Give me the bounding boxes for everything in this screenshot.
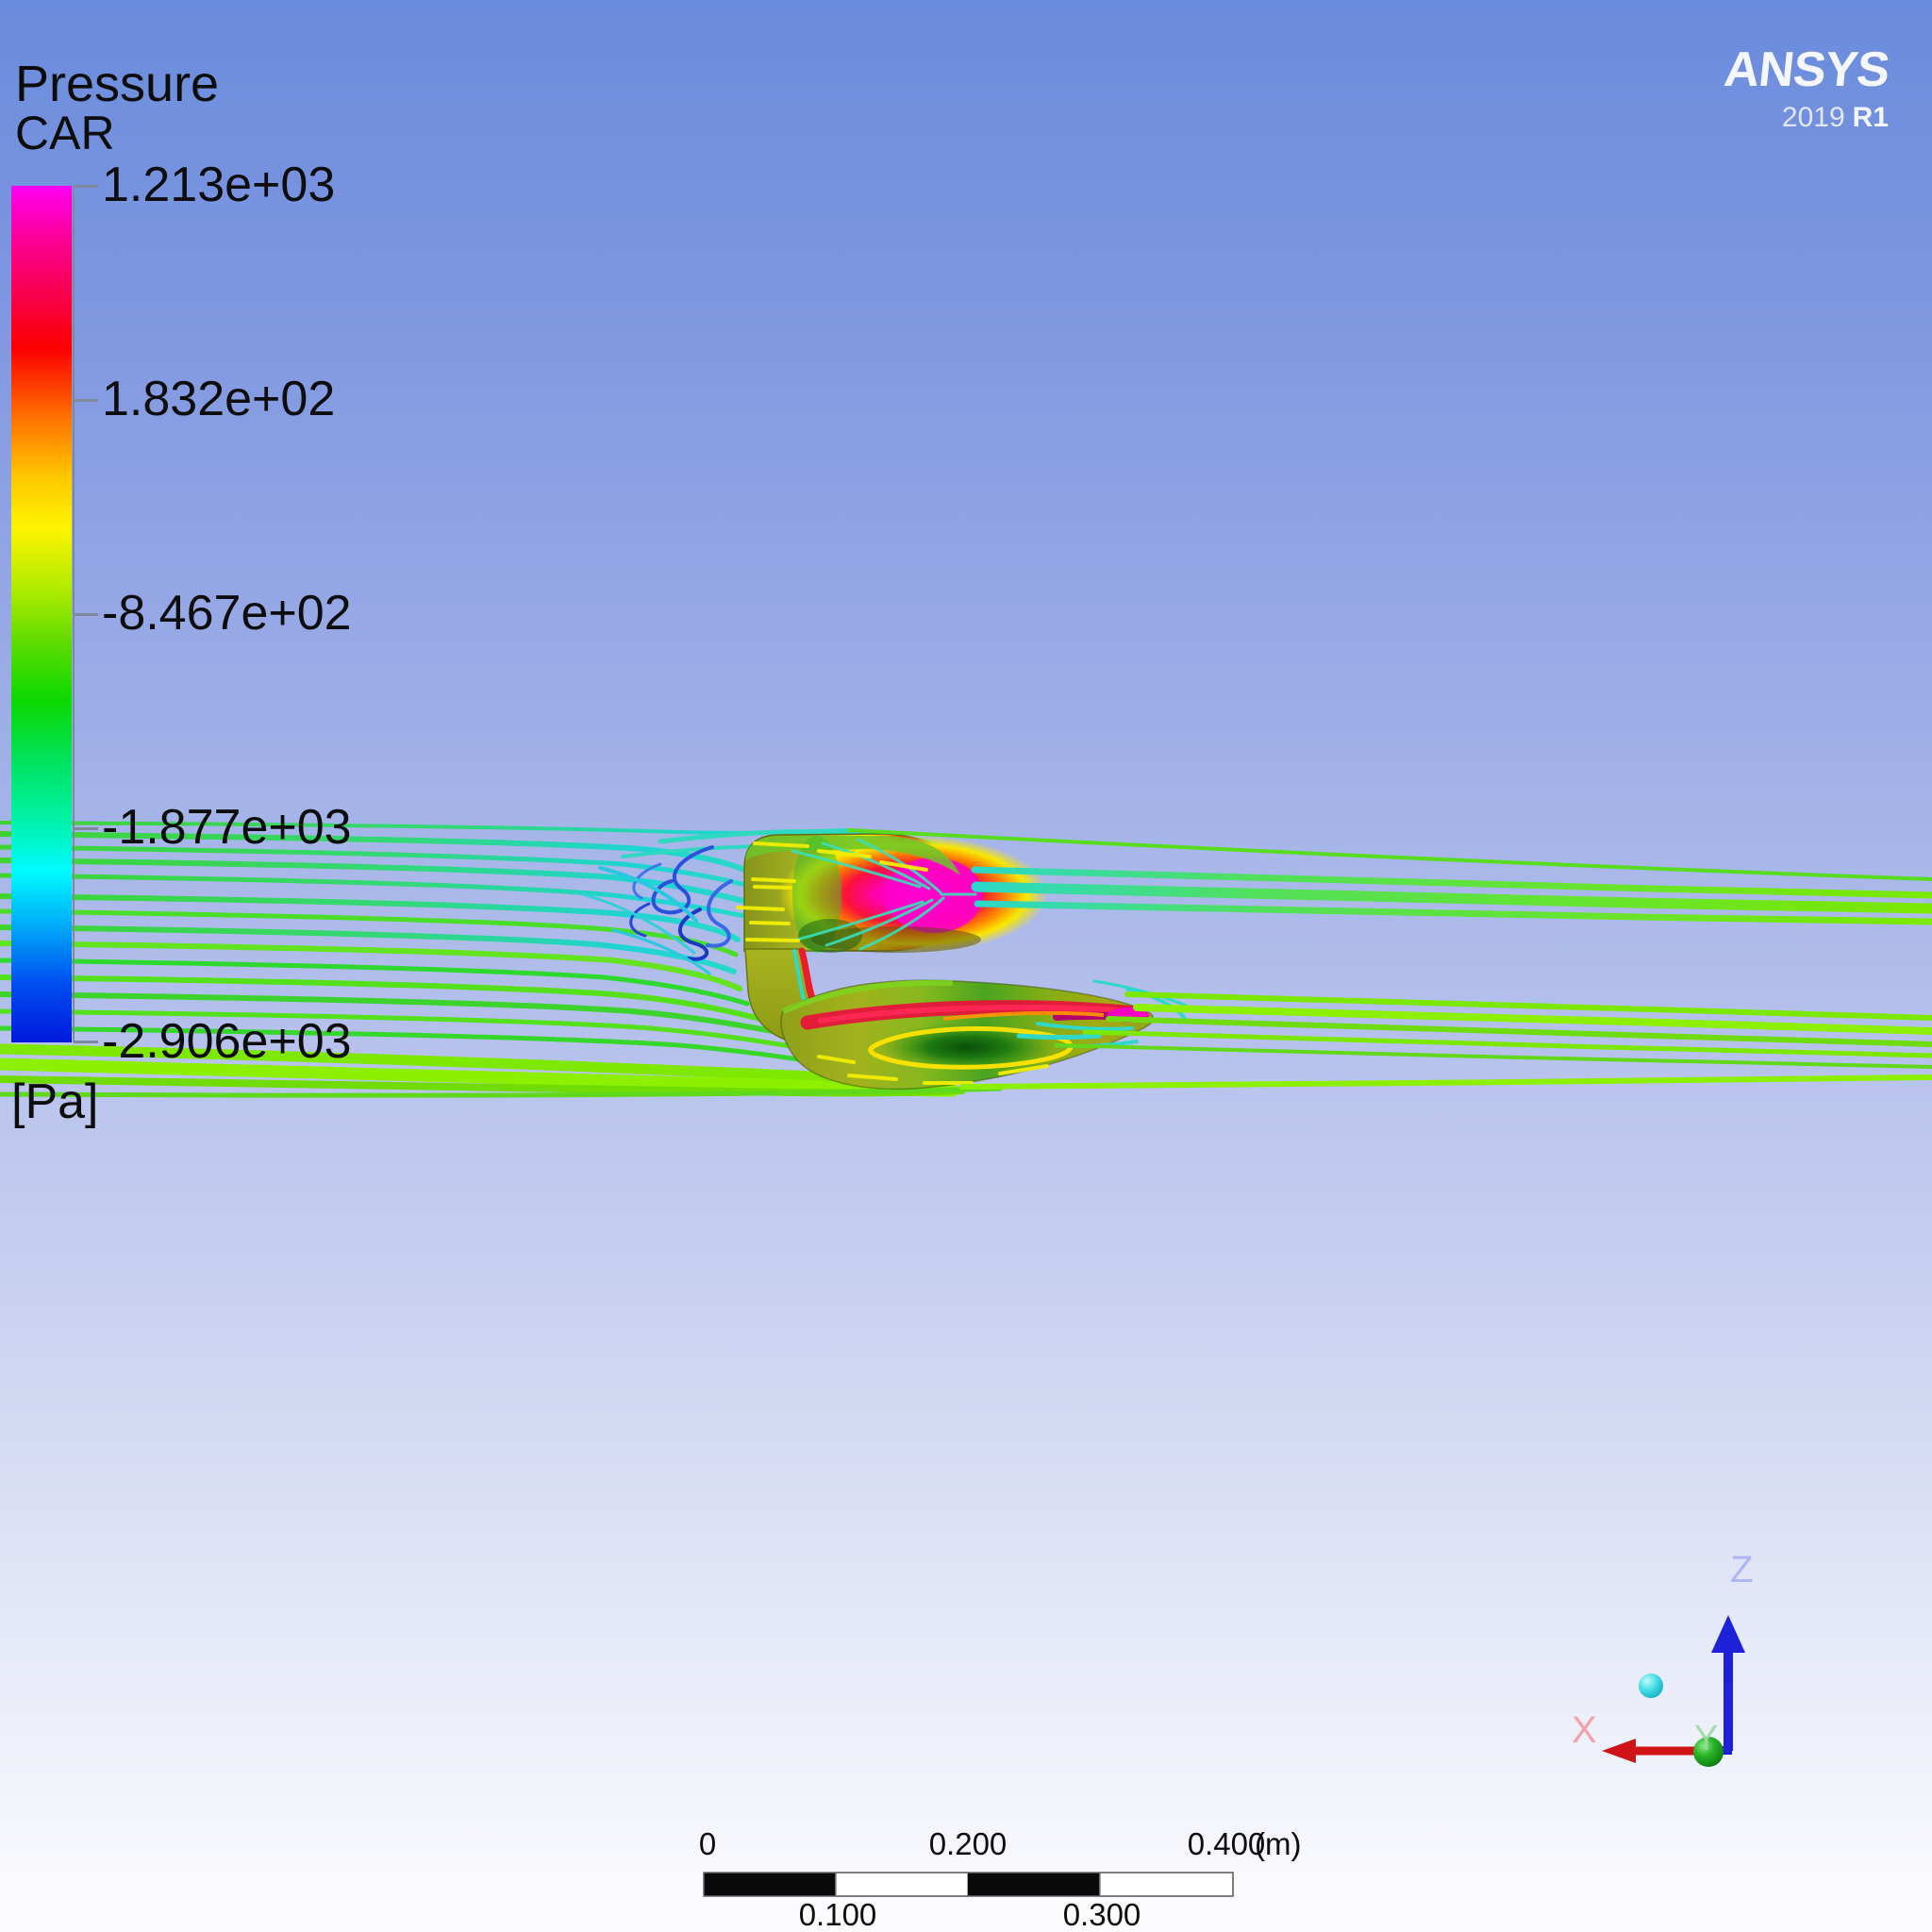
legend-unit-label: [Pa]	[11, 1077, 99, 1126]
x-axis-label: X	[1572, 1711, 1597, 1749]
colorbar-tick-label: -1.877e+03	[102, 803, 352, 852]
colorbar-tick-label: -2.906e+03	[102, 1017, 352, 1066]
ansys-logo: ANSYS 2019 R1	[1724, 42, 1889, 134]
z-axis-arrowhead	[1711, 1615, 1745, 1653]
ruler-label-0100: 0.100	[799, 1899, 877, 1930]
ansys-version-release: R1	[1853, 102, 1889, 133]
legend-title: Pressure	[15, 58, 219, 109]
ruler-label-0: 0	[699, 1828, 716, 1859]
ruler-unit-label: (m)	[1255, 1828, 1301, 1859]
colorbar-tick-label: -8.467e+02	[102, 589, 352, 638]
colorbar-tick	[74, 613, 98, 616]
y-axis-label: Y	[1694, 1721, 1718, 1757]
ansys-logo-text: ANSYS	[1722, 42, 1891, 98]
colorbar-tick	[74, 1041, 98, 1043]
ruler-label-0200: 0.200	[929, 1828, 1008, 1859]
render-viewport[interactable]: Pressure CAR 1.213e+03 1.832e+02 -8.467e…	[0, 0, 1932, 1932]
axis-triad[interactable]	[1602, 1615, 1745, 1767]
ruler-label-0300: 0.300	[1063, 1899, 1141, 1930]
colorbar-tick-label: 1.213e+03	[102, 160, 335, 209]
colorbar-tick	[74, 185, 98, 188]
ansys-version: 2019 R1	[1724, 102, 1889, 134]
ruler-label-0400: 0.400	[1188, 1828, 1266, 1859]
free-sphere	[1639, 1674, 1663, 1698]
legend-subtitle: CAR	[15, 109, 115, 157]
z-axis-label: Z	[1730, 1551, 1753, 1589]
scale-ruler-bar	[704, 1873, 1233, 1896]
ansys-version-year: 2019	[1782, 102, 1845, 133]
colorbar-tick-label: 1.832e+02	[102, 375, 335, 424]
pressure-colorbar[interactable]	[11, 186, 72, 1042]
colorbar-tick	[74, 827, 98, 830]
cfd-scene	[0, 0, 1932, 1932]
colorbar-tick	[74, 399, 98, 402]
x-axis-arrowhead	[1602, 1739, 1636, 1763]
